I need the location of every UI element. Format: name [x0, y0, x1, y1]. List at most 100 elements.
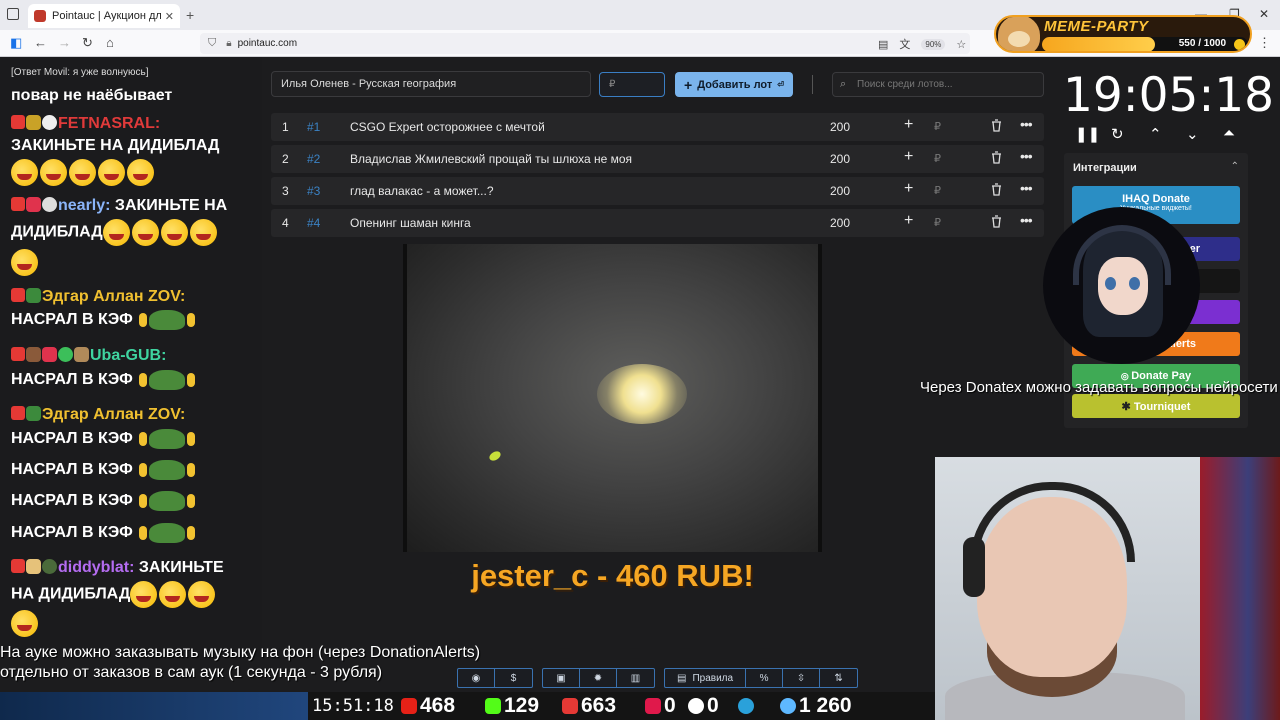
- emote-row: [11, 610, 40, 637]
- lot-name[interactable]: глад валакас - а может...?: [350, 184, 494, 198]
- vtuber-avatar: [1043, 207, 1200, 364]
- tab-list-icon[interactable]: [7, 8, 19, 20]
- delete-lot-icon[interactable]: [991, 183, 1002, 196]
- chevron-up-icon[interactable]: ⌃: [1149, 125, 1162, 143]
- chat-message-text: НАСРАЛ В КЭФ: [11, 492, 133, 510]
- zoom-badge[interactable]: 90%: [921, 38, 946, 50]
- lot-bid-input[interactable]: ₽: [934, 152, 941, 165]
- more-options-icon[interactable]: •••: [1020, 180, 1033, 196]
- price-placeholder: ₽: [609, 79, 616, 90]
- lot-index: 4: [282, 216, 289, 230]
- lock-icon[interactable]: 🔒︎: [226, 38, 231, 49]
- vk-live-badge-icon: [11, 115, 25, 129]
- new-tab-icon[interactable]: +: [186, 7, 194, 23]
- more-options-icon[interactable]: •••: [1020, 148, 1033, 164]
- back-icon[interactable]: ←: [34, 35, 47, 50]
- youtube-icon: [401, 698, 417, 714]
- meme-party-progress-fill: [1042, 37, 1156, 51]
- pepe-emote-icon: [149, 370, 186, 390]
- toolbar-actions: ▣ ✹ ▥: [542, 668, 655, 688]
- forward-icon[interactable]: →: [58, 35, 71, 50]
- collapse-icon[interactable]: ⌃: [1231, 161, 1239, 172]
- toolbar-links: ◉ $: [457, 668, 533, 688]
- donate-icon[interactable]: $: [495, 669, 532, 687]
- reset-timer-icon[interactable]: ↻: [1111, 125, 1124, 143]
- chat-badge-icon: [42, 559, 57, 574]
- chat-message: НАСРАЛ В КЭФ: [11, 491, 197, 511]
- laughing-emote-icon: [188, 581, 216, 608]
- lot-name[interactable]: Опенинг шаман кинга: [350, 216, 471, 230]
- pepe-emote-icon: [149, 491, 186, 511]
- delete-lot-icon[interactable]: [991, 151, 1002, 164]
- split-icon[interactable]: ⇳: [783, 669, 821, 687]
- shield-icon[interactable]: ⛉: [208, 37, 216, 50]
- lot-bid-input[interactable]: ₽: [934, 120, 941, 133]
- pause-icon[interactable]: ❚❚: [1075, 125, 1100, 143]
- clear-icon[interactable]: ▥: [617, 669, 654, 687]
- lot-bid-input[interactable]: ₽: [934, 216, 941, 229]
- close-tab-icon[interactable]: ✕: [165, 10, 174, 23]
- kick-icon: [485, 698, 501, 714]
- statusbar-gradient: [0, 692, 308, 720]
- bookmark-star-icon[interactable]: ☆: [956, 38, 966, 51]
- lot-search-input[interactable]: ⌕ Поиск среди лотов...: [832, 72, 1044, 97]
- chat-message-text: НАСРАЛ В КЭФ: [11, 311, 133, 329]
- chat-message-text: НАСРАЛ В КЭФ: [11, 461, 133, 479]
- meme-party-title: MEME-PARTY: [1044, 18, 1149, 35]
- reader-view-icon[interactable]: ▤: [878, 38, 888, 51]
- sort-icon[interactable]: ⇅: [820, 669, 857, 687]
- tab-title: Pointauc | Аукцион для стрима: [52, 10, 161, 22]
- chat-username: Эдгар Аллан ZOV:: [42, 406, 186, 423]
- github-icon[interactable]: ◉: [458, 669, 495, 687]
- menu-icon[interactable]: ⋮: [1258, 35, 1271, 51]
- telegram-stat: [738, 694, 757, 718]
- close-window-icon[interactable]: ✕: [1259, 7, 1269, 21]
- reload-icon[interactable]: ↻: [82, 35, 93, 51]
- add-amount-icon[interactable]: +: [904, 148, 913, 166]
- lot-name-input[interactable]: Илья Оленев - Русская география: [271, 71, 591, 97]
- lot-price-input[interactable]: ₽: [599, 72, 665, 97]
- lot-bid-input[interactable]: ₽: [934, 184, 941, 197]
- sidebar-toggle-icon[interactable]: ◧: [10, 35, 22, 51]
- hand-emote-icon: [139, 526, 148, 540]
- r-viewers: 0: [688, 694, 719, 718]
- url-bar[interactable]: ⛉ 🔒︎ pointauc.com: [200, 33, 970, 54]
- translate-icon[interactable]: 文: [899, 36, 910, 52]
- integration-label: Tourniquet: [1133, 401, 1191, 413]
- laughing-emote-icon: [130, 581, 158, 608]
- home-icon[interactable]: ⌂: [106, 35, 114, 50]
- laughing-emote-icon: [11, 159, 38, 186]
- donation-video: [403, 244, 822, 552]
- add-amount-icon[interactable]: +: [904, 116, 913, 134]
- lot-id: #2: [307, 152, 321, 166]
- chat-username: Эдгар Аллан ZOV:: [42, 288, 186, 305]
- tourniquet-button[interactable]: ✱ Tourniquet: [1072, 394, 1240, 418]
- more-options-icon[interactable]: •••: [1020, 116, 1033, 132]
- percent-icon[interactable]: %: [746, 669, 784, 687]
- lot-name[interactable]: CSGO Expert осторожнее с мечтой: [350, 120, 545, 134]
- hand-emote-icon: [187, 526, 196, 540]
- chevron-down-icon[interactable]: ⌄: [1186, 125, 1199, 143]
- hand-emote-icon: [187, 313, 196, 327]
- lot-index: 1: [282, 120, 289, 134]
- hand-emote-icon: [187, 373, 196, 387]
- double-up-icon[interactable]: ⏶: [1223, 125, 1235, 142]
- delete-lot-icon[interactable]: [991, 119, 1002, 132]
- bug-icon[interactable]: ✹: [580, 669, 617, 687]
- toolbar-settings: ▤ Правила % ⇳ ⇅: [664, 668, 859, 688]
- more-options-icon[interactable]: •••: [1020, 212, 1033, 228]
- site-favicon-icon: [34, 10, 46, 22]
- lot-name[interactable]: Владислав Жмилевский прощай ты шлюха не …: [350, 152, 632, 166]
- save-icon[interactable]: ▣: [543, 669, 580, 687]
- stat-value: 0: [664, 694, 676, 717]
- chat-message-text: ЗАКИНЬТЕ НА: [114, 197, 228, 214]
- telegram-icon: [738, 698, 754, 714]
- rules-button[interactable]: ▤ Правила: [665, 669, 747, 687]
- delete-lot-icon[interactable]: [991, 215, 1002, 228]
- hand-emote-icon: [139, 494, 148, 508]
- hand-emote-icon: [139, 313, 148, 327]
- add-amount-icon[interactable]: +: [904, 180, 913, 198]
- add-lot-button[interactable]: + Добавить лот ⏎: [675, 72, 793, 97]
- browser-tab[interactable]: Pointauc | Аукцион для стрима ✕: [28, 4, 180, 28]
- add-amount-icon[interactable]: +: [904, 212, 913, 230]
